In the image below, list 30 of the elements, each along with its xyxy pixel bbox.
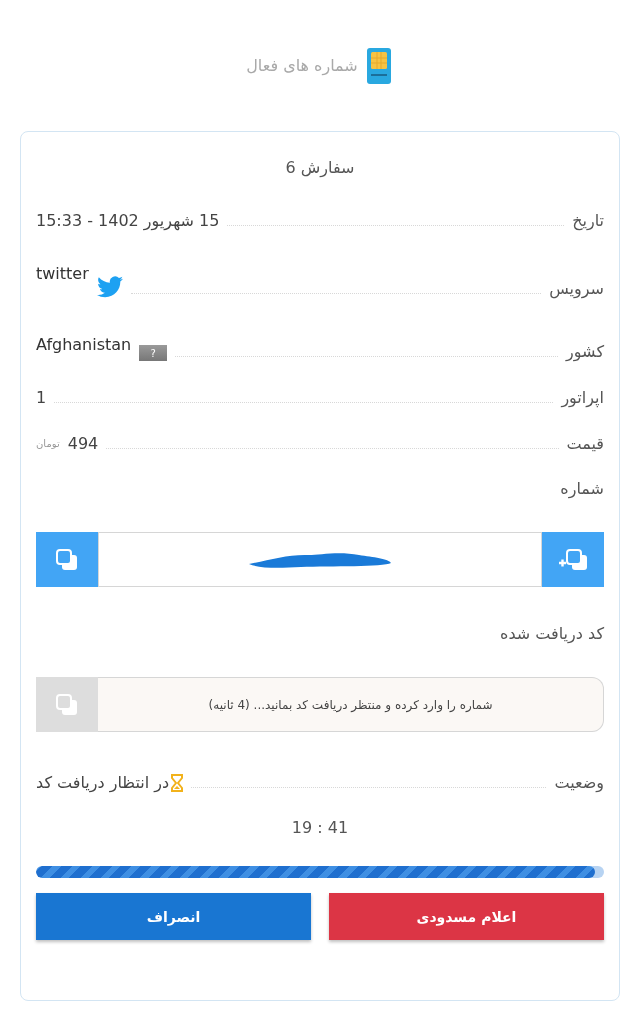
countdown-timer: 19 : 41 [290,818,350,837]
copy-icon [55,692,79,717]
question-mark: ? [150,347,156,359]
field-value: Afghanistan [36,335,132,354]
report-button[interactable]: اعلام مسدودی [329,893,604,940]
field-value: 1 [36,388,47,407]
hourglass-icon [171,773,184,792]
copy-button[interactable] [36,532,98,587]
field-value: 15 شهریور 1402 - 15:33 [36,211,220,230]
copy-icon [55,547,79,572]
field-label: کد دریافت شده [499,624,604,643]
page-title: شماره های فعال [246,56,358,75]
bird-icon [96,276,123,298]
sim-card-icon [365,46,392,85]
order-title: سفارش 6 [284,158,356,177]
add-copy-button[interactable] [542,532,604,587]
currency-label: تومان [36,438,60,449]
copy-plus-icon [558,547,588,572]
field-label: کشور [566,342,604,361]
field-label: تاریخ [572,211,604,230]
field-label: اپراتور [561,388,604,407]
field-label: شماره [559,479,604,498]
field-value: در انتظار دریافت کد [36,773,170,792]
waiting-message: شماره را وارد کرده و منتظر دریافت کد بمانید... (4 ثانیه) [208,697,493,712]
field-label: قیمت [566,434,604,453]
field-value: twitter [36,264,89,283]
field-value: 494 [67,434,99,453]
field-label: وضعیت [554,773,604,792]
cancel-button[interactable]: انصراف [36,893,311,940]
field-label: سرویس [549,279,604,298]
